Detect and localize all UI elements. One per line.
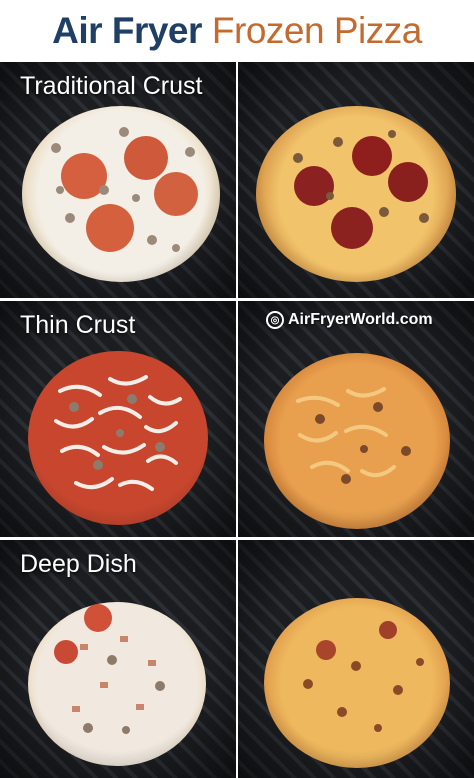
panel-traditional-cooked	[238, 62, 474, 298]
title-air-fryer: Air Fryer	[52, 10, 202, 51]
panel-traditional-raw: Traditional Crust	[0, 62, 236, 298]
label-traditional-crust: Traditional Crust	[20, 72, 203, 100]
panel-thin-raw: Thin Crust	[0, 301, 236, 537]
pizza-photo-grid: Traditional Crust Thin Crust ◎ AirFryerW…	[0, 62, 474, 778]
toppings-deep-dish-cooked	[303, 621, 424, 732]
title-frozen-pizza: Frozen Pizza	[211, 10, 422, 51]
label-thin-crust: Thin Crust	[20, 311, 136, 339]
label-deep-dish: Deep Dish	[20, 550, 137, 578]
watermark: ◎ AirFryerWorld.com	[266, 311, 433, 329]
toppings-traditional-cooked	[293, 130, 429, 249]
panel-deep-dish-raw: Deep Dish	[0, 540, 236, 778]
page-header: Air Fryer Frozen Pizza	[0, 0, 474, 62]
panel-thin-cooked: ◎ AirFryerWorld.com	[238, 301, 474, 537]
air-fryer-world-logo-icon: ◎	[266, 311, 284, 329]
toppings-thin-cooked	[296, 387, 411, 484]
watermark-text: AirFryerWorld.com	[288, 311, 433, 328]
panel-deep-dish-cooked	[238, 540, 474, 778]
